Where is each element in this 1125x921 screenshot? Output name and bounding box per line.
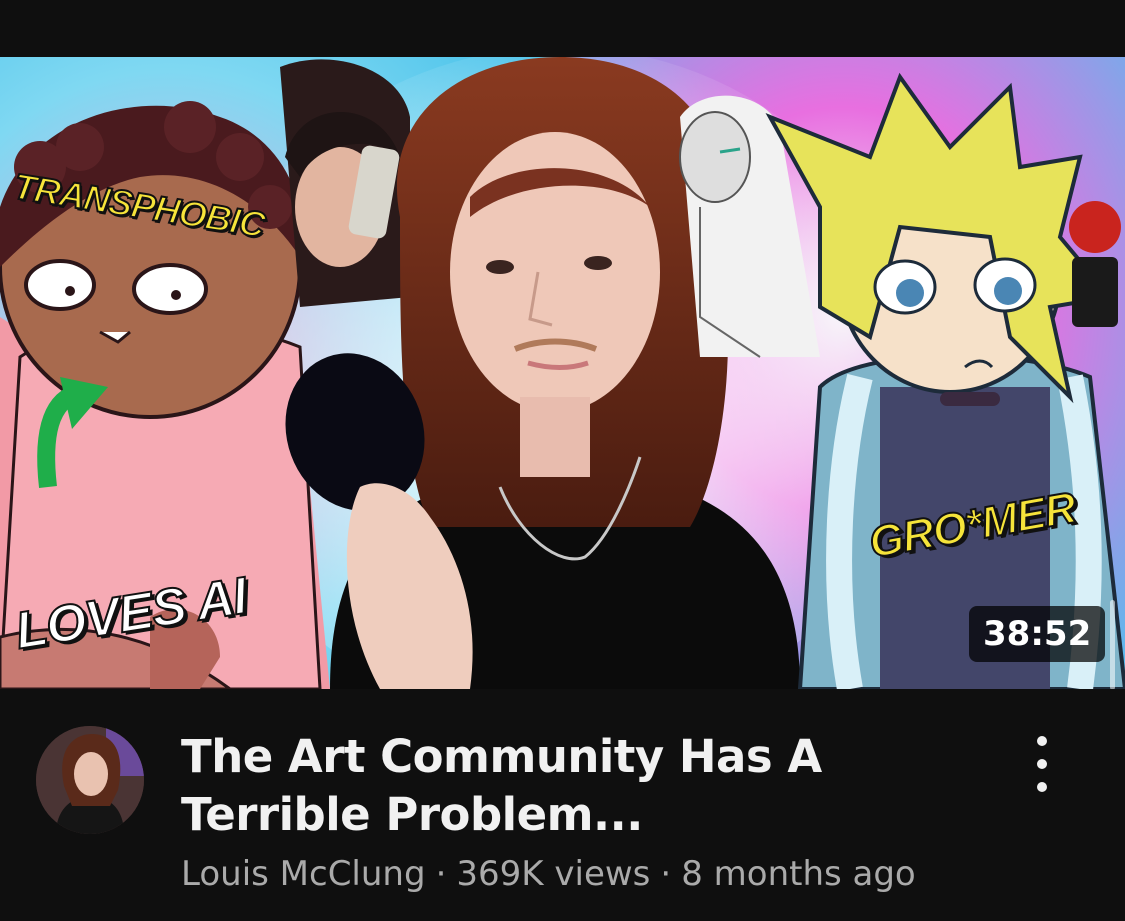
video-thumbnail[interactable]: TRANSPHOBIC LOVES AI GRO*MER — [0, 57, 1125, 689]
channel-name[interactable]: Louis McClung — [181, 854, 426, 894]
more-vertical-icon — [1037, 736, 1047, 746]
channel-avatar[interactable] — [36, 726, 144, 834]
meta-separator: · — [660, 854, 672, 894]
video-metadata-line: Louis McClung · 369K views · 8 months ago — [181, 854, 916, 894]
more-options-button[interactable] — [1020, 736, 1064, 792]
scroll-indicator — [1110, 600, 1115, 690]
duration-badge: 38:52 — [969, 606, 1106, 662]
meta-separator: · — [435, 854, 447, 894]
video-title[interactable]: The Art Community Has A Terrible Problem… — [181, 728, 971, 844]
avatar-image — [36, 726, 144, 834]
more-vertical-icon — [1037, 759, 1047, 769]
upload-age: 8 months ago — [681, 854, 916, 894]
status-area — [0, 0, 1125, 57]
view-count: 369K views — [456, 854, 651, 894]
more-vertical-icon — [1037, 782, 1047, 792]
